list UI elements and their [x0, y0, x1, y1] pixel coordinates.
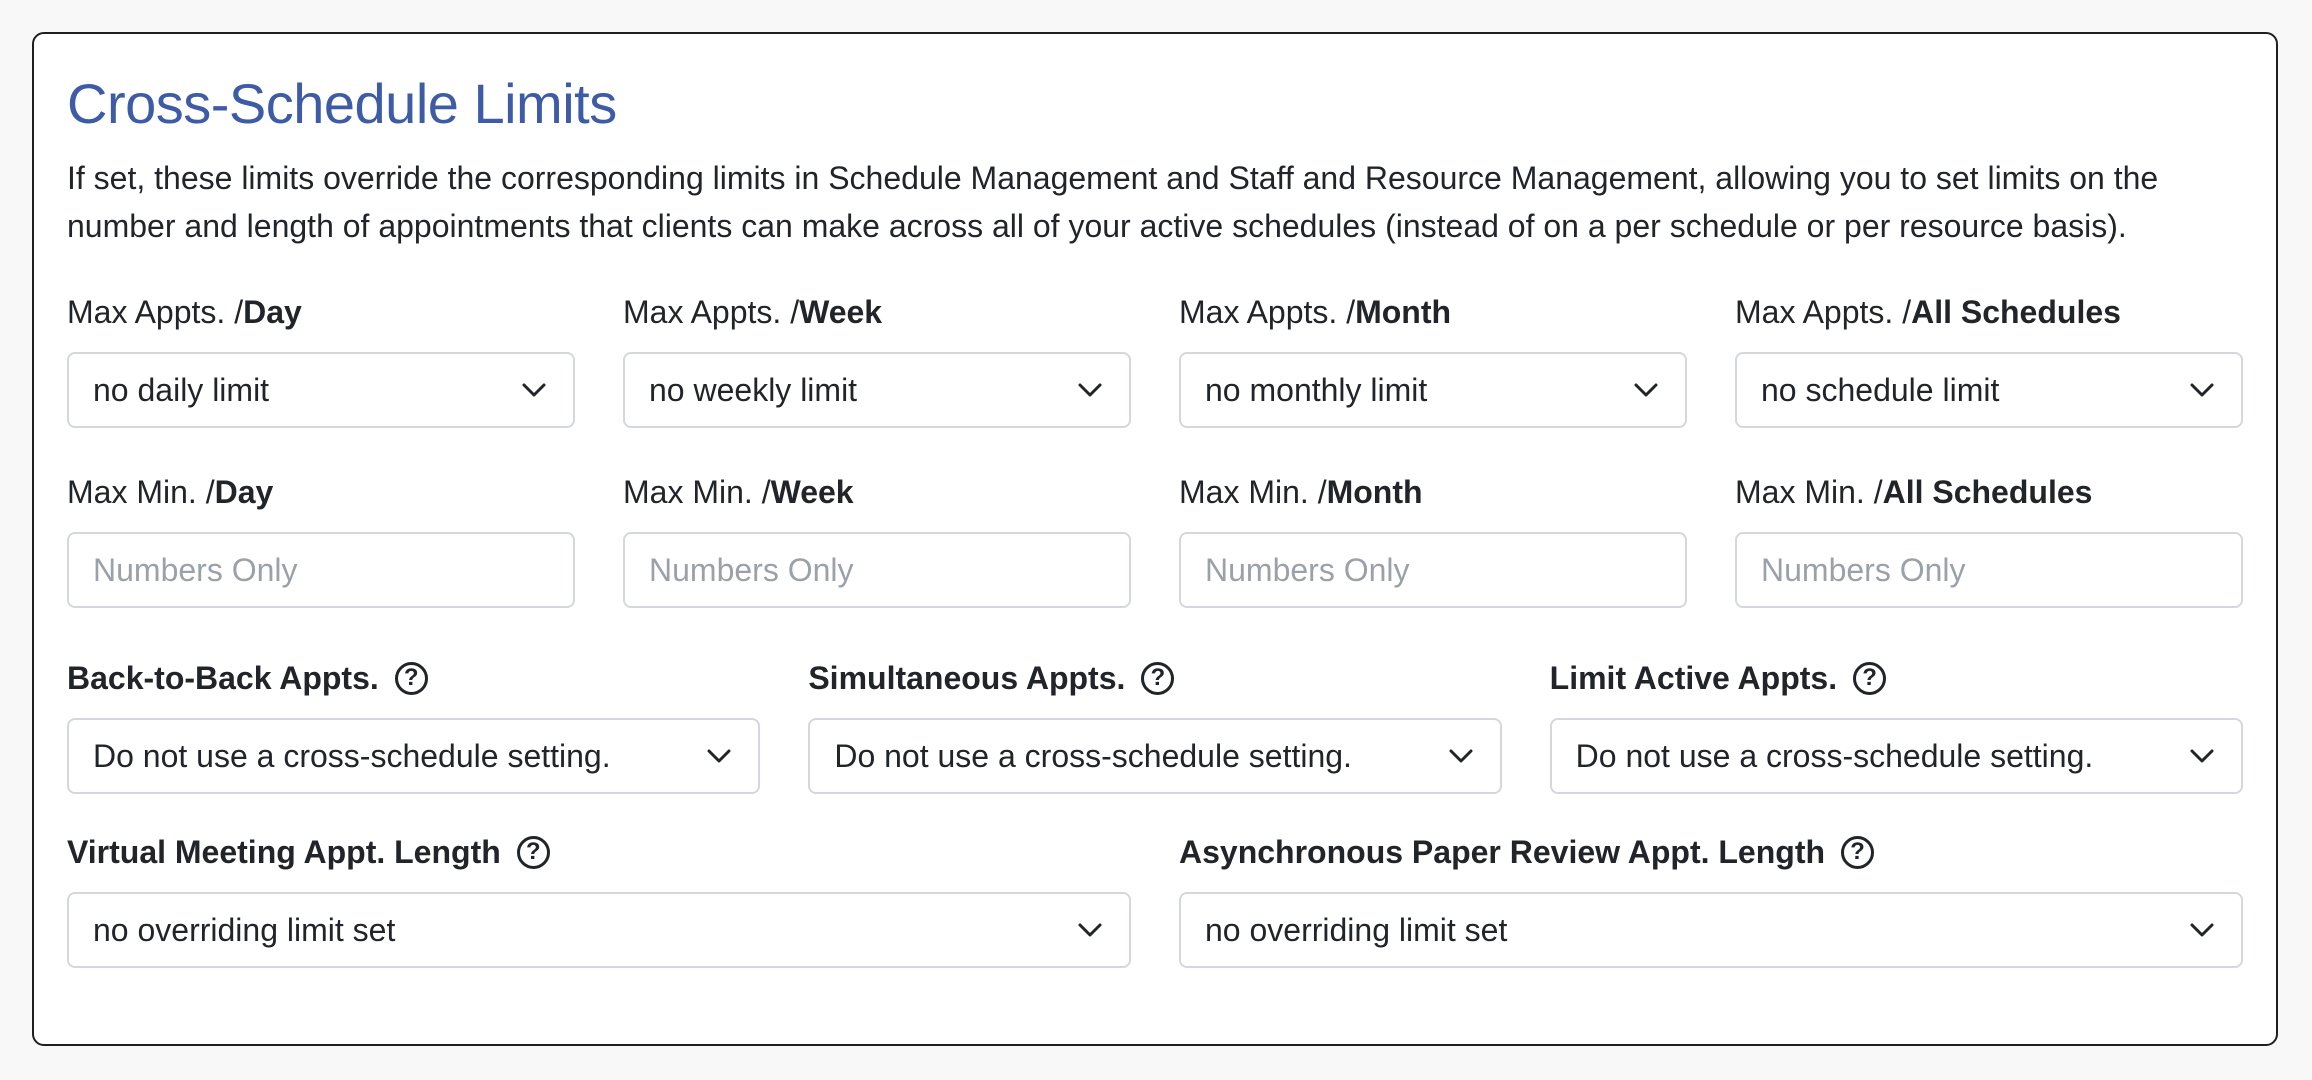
max-min-day-label: Max Min. / Day: [67, 474, 274, 510]
appt-length-row: Virtual Meeting Appt. Length? no overrid…: [67, 832, 2243, 968]
max-min-all-label: Max Min. / All Schedules: [1735, 474, 2093, 510]
limit-active-label: Limit Active Appts.?: [1550, 658, 2243, 698]
max-appts-all-label: Max Appts. / All Schedules: [1735, 294, 2121, 330]
max-appts-month-group: Max Appts. / Month no monthly limit: [1179, 292, 1687, 428]
back-to-back-label: Back-to-Back Appts.?: [67, 658, 760, 698]
chevron-down-icon: [707, 749, 731, 763]
max-appts-row: Max Appts. / Day no daily limit Max Appt…: [67, 292, 2243, 428]
chevron-down-icon: [2190, 923, 2214, 937]
simultaneous-value: Do not use a cross-schedule setting.: [834, 737, 1352, 774]
chevron-down-icon: [1449, 749, 1473, 763]
max-min-week-input[interactable]: [649, 551, 1103, 589]
max-min-month-group: Max Min. / Month: [1179, 472, 1687, 608]
question-circle-icon[interactable]: ?: [394, 661, 428, 695]
max-min-day-group: Max Min. / Day: [67, 472, 575, 608]
max-appts-all-group: Max Appts. / All Schedules no schedule l…: [1735, 292, 2243, 428]
question-circle-icon[interactable]: ?: [1841, 835, 1875, 869]
max-appts-week-group: Max Appts. / Week no weekly limit: [623, 292, 1131, 428]
max-min-week-label: Max Min. / Week: [623, 474, 854, 510]
max-appts-week-label: Max Appts. / Week: [623, 294, 883, 330]
paper-review-length-label: Asynchronous Paper Review Appt. Length?: [1179, 832, 2243, 872]
max-min-all-group: Max Min. / All Schedules: [1735, 472, 2243, 608]
simultaneous-select[interactable]: Do not use a cross-schedule setting.: [808, 718, 1502, 794]
max-min-week-group: Max Min. / Week: [623, 472, 1131, 608]
chevron-down-icon: [1078, 923, 1102, 937]
max-min-all-field: [1735, 532, 2243, 608]
max-appts-week-select[interactable]: no weekly limit: [623, 352, 1131, 428]
virtual-meeting-length-value: no overriding limit set: [93, 911, 396, 948]
limit-active-value: Do not use a cross-schedule setting.: [1575, 737, 2094, 774]
max-appts-month-select[interactable]: no monthly limit: [1179, 352, 1687, 428]
max-appts-day-label: Max Appts. / Day: [67, 294, 302, 330]
max-min-month-input[interactable]: [1205, 551, 1659, 589]
chevron-down-icon: [2190, 383, 2214, 397]
paper-review-length-value: no overriding limit set: [1205, 911, 1508, 948]
chevron-down-icon: [522, 383, 546, 397]
back-to-back-select[interactable]: Do not use a cross-schedule setting.: [67, 718, 761, 794]
max-appts-month-value: no monthly limit: [1205, 371, 1428, 408]
max-appts-all-value: no schedule limit: [1761, 371, 2000, 408]
virtual-meeting-length-label: Virtual Meeting Appt. Length?: [67, 832, 1131, 872]
max-appts-all-select[interactable]: no schedule limit: [1735, 352, 2243, 428]
virtual-meeting-length-group: Virtual Meeting Appt. Length? no overrid…: [67, 832, 1131, 968]
max-min-day-field: [67, 532, 575, 608]
simultaneous-label: Simultaneous Appts.?: [808, 658, 1501, 698]
max-appts-day-select[interactable]: no daily limit: [67, 352, 575, 428]
paper-review-length-group: Asynchronous Paper Review Appt. Length? …: [1179, 832, 2243, 968]
paper-review-length-select[interactable]: no overriding limit set: [1179, 892, 2243, 968]
cross-schedule-settings-row: Back-to-Back Appts.? Do not use a cross-…: [67, 658, 2243, 794]
card-description: If set, these limits override the corres…: [67, 160, 2159, 244]
max-min-all-input[interactable]: [1761, 551, 2215, 589]
card-title: Cross-Schedule Limits: [67, 72, 617, 135]
limit-active-group: Limit Active Appts.? Do not use a cross-…: [1549, 658, 2243, 794]
max-minutes-row: Max Min. / Day Max Min. / Week Max Min. …: [67, 472, 2243, 608]
max-appts-day-value: no daily limit: [93, 371, 270, 408]
max-min-month-label: Max Min. / Month: [1179, 474, 1423, 510]
back-to-back-group: Back-to-Back Appts.? Do not use a cross-…: [67, 658, 761, 794]
cross-schedule-limits-card: Cross-Schedule Limits If set, these limi…: [32, 32, 2278, 1046]
max-min-day-input[interactable]: [93, 551, 547, 589]
virtual-meeting-length-select[interactable]: no overriding limit set: [67, 892, 1131, 968]
chevron-down-icon: [1634, 383, 1658, 397]
question-circle-icon[interactable]: ?: [1141, 661, 1175, 695]
max-appts-month-label: Max Appts. / Month: [1179, 294, 1452, 330]
question-circle-icon[interactable]: ?: [1853, 661, 1887, 695]
max-appts-day-group: Max Appts. / Day no daily limit: [67, 292, 575, 428]
simultaneous-group: Simultaneous Appts.? Do not use a cross-…: [808, 658, 1502, 794]
max-appts-week-value: no weekly limit: [649, 371, 858, 408]
max-min-week-field: [623, 532, 1131, 608]
limit-active-select[interactable]: Do not use a cross-schedule setting.: [1549, 718, 2243, 794]
chevron-down-icon: [1078, 383, 1102, 397]
max-min-month-field: [1179, 532, 1687, 608]
back-to-back-value: Do not use a cross-schedule setting.: [93, 737, 611, 774]
chevron-down-icon: [2190, 749, 2214, 763]
question-circle-icon[interactable]: ?: [516, 835, 550, 869]
